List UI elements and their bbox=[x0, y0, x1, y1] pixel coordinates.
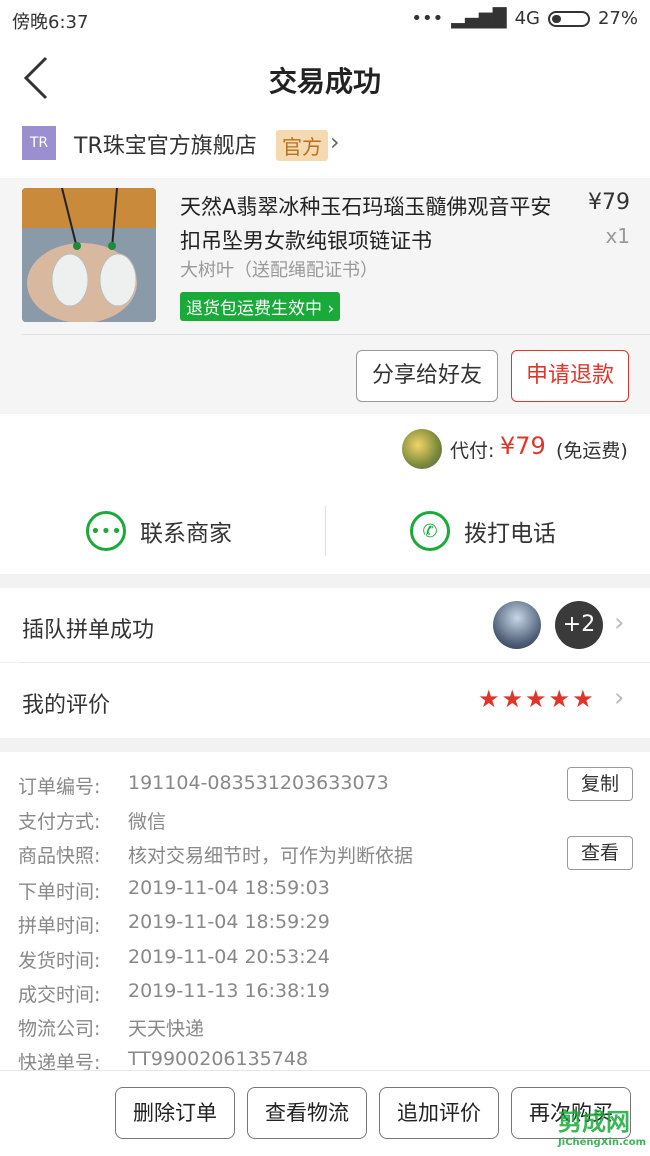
my-review-row[interactable]: 我的评价 ★★★★★ › bbox=[0, 663, 650, 738]
snapshot-label: 商品快照: bbox=[18, 845, 101, 867]
contact-merchant-button[interactable]: ••• 联系商家 bbox=[86, 506, 232, 556]
divider bbox=[22, 334, 650, 335]
status-time: 傍晚6:37 bbox=[12, 12, 89, 33]
network-label: 4G bbox=[514, 8, 540, 29]
add-review-button[interactable]: 追加评价 bbox=[379, 1087, 499, 1139]
ship-time-label: 发货时间: bbox=[18, 950, 101, 972]
payer-avatar bbox=[402, 429, 442, 469]
product-qty: x1 bbox=[605, 224, 630, 248]
watermark-text: 剪成网 bbox=[558, 1108, 631, 1136]
chat-icon: ••• bbox=[86, 511, 126, 551]
store-logo: TR bbox=[22, 126, 56, 160]
snapshot-value: 核对交易细节时，可作为判断依据 bbox=[128, 845, 414, 867]
ship-time-value: 2019-11-04 20:53:24 bbox=[128, 946, 330, 968]
view-snapshot-button[interactable]: 查看 bbox=[567, 836, 633, 870]
logistics-company-label: 物流公司: bbox=[18, 1018, 101, 1040]
product-spec: 大树叶（送配绳配证书） bbox=[180, 260, 378, 281]
order-number-label: 订单编号: bbox=[18, 776, 101, 798]
payment-method-value: 微信 bbox=[128, 811, 167, 833]
group-success-row[interactable]: 插队拼单成功 +2 › bbox=[0, 588, 650, 662]
watermark-sub: JiChengXin.com bbox=[558, 1137, 646, 1148]
tracking-number-value: TT9900206135748 bbox=[128, 1048, 309, 1070]
deal-time-label: 成交时间: bbox=[18, 984, 101, 1006]
divider bbox=[325, 506, 326, 556]
order-time-label: 下单时间: bbox=[18, 881, 101, 903]
share-button[interactable]: 分享给好友 bbox=[356, 350, 498, 402]
call-label: 拨打电话 bbox=[464, 521, 556, 547]
return-shipping-tag[interactable]: 退货包运费生效中 › bbox=[180, 292, 341, 321]
product-card: 天然A翡翠冰种玉石玛瑙玉髓佛观音平安扣吊坠男女款纯银项链证书 ¥79 x1 大树… bbox=[0, 178, 650, 414]
shipping-note: (免运费) bbox=[556, 440, 628, 462]
delete-order-button[interactable]: 删除订单 bbox=[115, 1087, 235, 1139]
watermark-logo: 剪成网 JiChengXin.com bbox=[558, 1102, 646, 1148]
refund-button[interactable]: 申请退款 bbox=[511, 350, 629, 402]
payment-label: 代付: bbox=[450, 440, 495, 462]
store-name: TR珠宝官方旗舰店 bbox=[74, 134, 257, 159]
product-title[interactable]: 天然A翡翠冰种玉石玛瑙玉髓佛观音平安扣吊坠男女款纯银项链证书 bbox=[180, 190, 570, 258]
call-button[interactable]: ✆ 拨打电话 bbox=[410, 506, 556, 556]
payment-method-label: 支付方式: bbox=[18, 811, 101, 833]
more-dots-icon: ••• bbox=[411, 8, 444, 29]
copy-button[interactable]: 复制 bbox=[567, 767, 633, 801]
logistics-company-value: 天天快递 bbox=[128, 1018, 205, 1040]
contact-row: ••• 联系商家 ✆ 拨打电话 bbox=[0, 488, 650, 574]
product-price: ¥79 bbox=[588, 190, 630, 215]
rating-stars: ★★★★★ bbox=[478, 685, 596, 713]
page-title: 交易成功 bbox=[268, 65, 381, 98]
deal-time-value: 2019-11-13 16:38:19 bbox=[128, 980, 330, 1002]
nav-bar: 交易成功 bbox=[0, 40, 650, 118]
order-time-value: 2019-11-04 18:59:03 bbox=[128, 877, 330, 899]
group-success-label: 插队拼单成功 bbox=[22, 618, 155, 643]
group-time-label: 拼单时间: bbox=[18, 915, 101, 937]
chevron-right-icon: › bbox=[330, 128, 340, 156]
order-number-value: 191104-083531203633073 bbox=[128, 772, 389, 794]
battery-icon bbox=[547, 10, 590, 27]
member-avatar bbox=[493, 601, 541, 649]
payment-amount: ¥79 bbox=[500, 432, 546, 460]
payment-row: 代付: ¥79 (免运费) bbox=[0, 414, 650, 489]
group-time-value: 2019-11-04 18:59:29 bbox=[128, 911, 330, 933]
contact-merchant-label: 联系商家 bbox=[140, 521, 232, 547]
product-image[interactable] bbox=[22, 188, 156, 322]
chevron-right-icon: › bbox=[322, 299, 335, 319]
view-logistics-button[interactable]: 查看物流 bbox=[247, 1087, 367, 1139]
store-row[interactable]: TR TR珠宝官方旗舰店 官方 › bbox=[0, 118, 650, 178]
bottom-action-bar: 删除订单 查看物流 追加评价 再次购买 剪成网 JiChengXin.com bbox=[0, 1070, 650, 1156]
my-review-label: 我的评价 bbox=[22, 693, 111, 718]
chevron-right-icon: › bbox=[614, 683, 625, 713]
battery-percent: 27% bbox=[597, 8, 638, 29]
status-right: ••• ▂▄▆█ 4G 27% bbox=[411, 8, 638, 29]
return-shipping-label: 退货包运费生效中 bbox=[186, 299, 322, 319]
official-badge: 官方 bbox=[276, 130, 328, 161]
more-members-badge: +2 bbox=[555, 601, 603, 649]
phone-icon: ✆ bbox=[410, 511, 450, 551]
order-details: 订单编号: 191104-083531203633073 复制 支付方式: 微信… bbox=[0, 752, 650, 1082]
jade-pendant-image bbox=[22, 188, 156, 322]
signal-icon: ▂▄▆█ bbox=[451, 8, 507, 29]
chevron-right-icon: › bbox=[614, 608, 625, 638]
status-bar: 傍晚6:37 ••• ▂▄▆█ 4G 27% bbox=[0, 0, 650, 40]
